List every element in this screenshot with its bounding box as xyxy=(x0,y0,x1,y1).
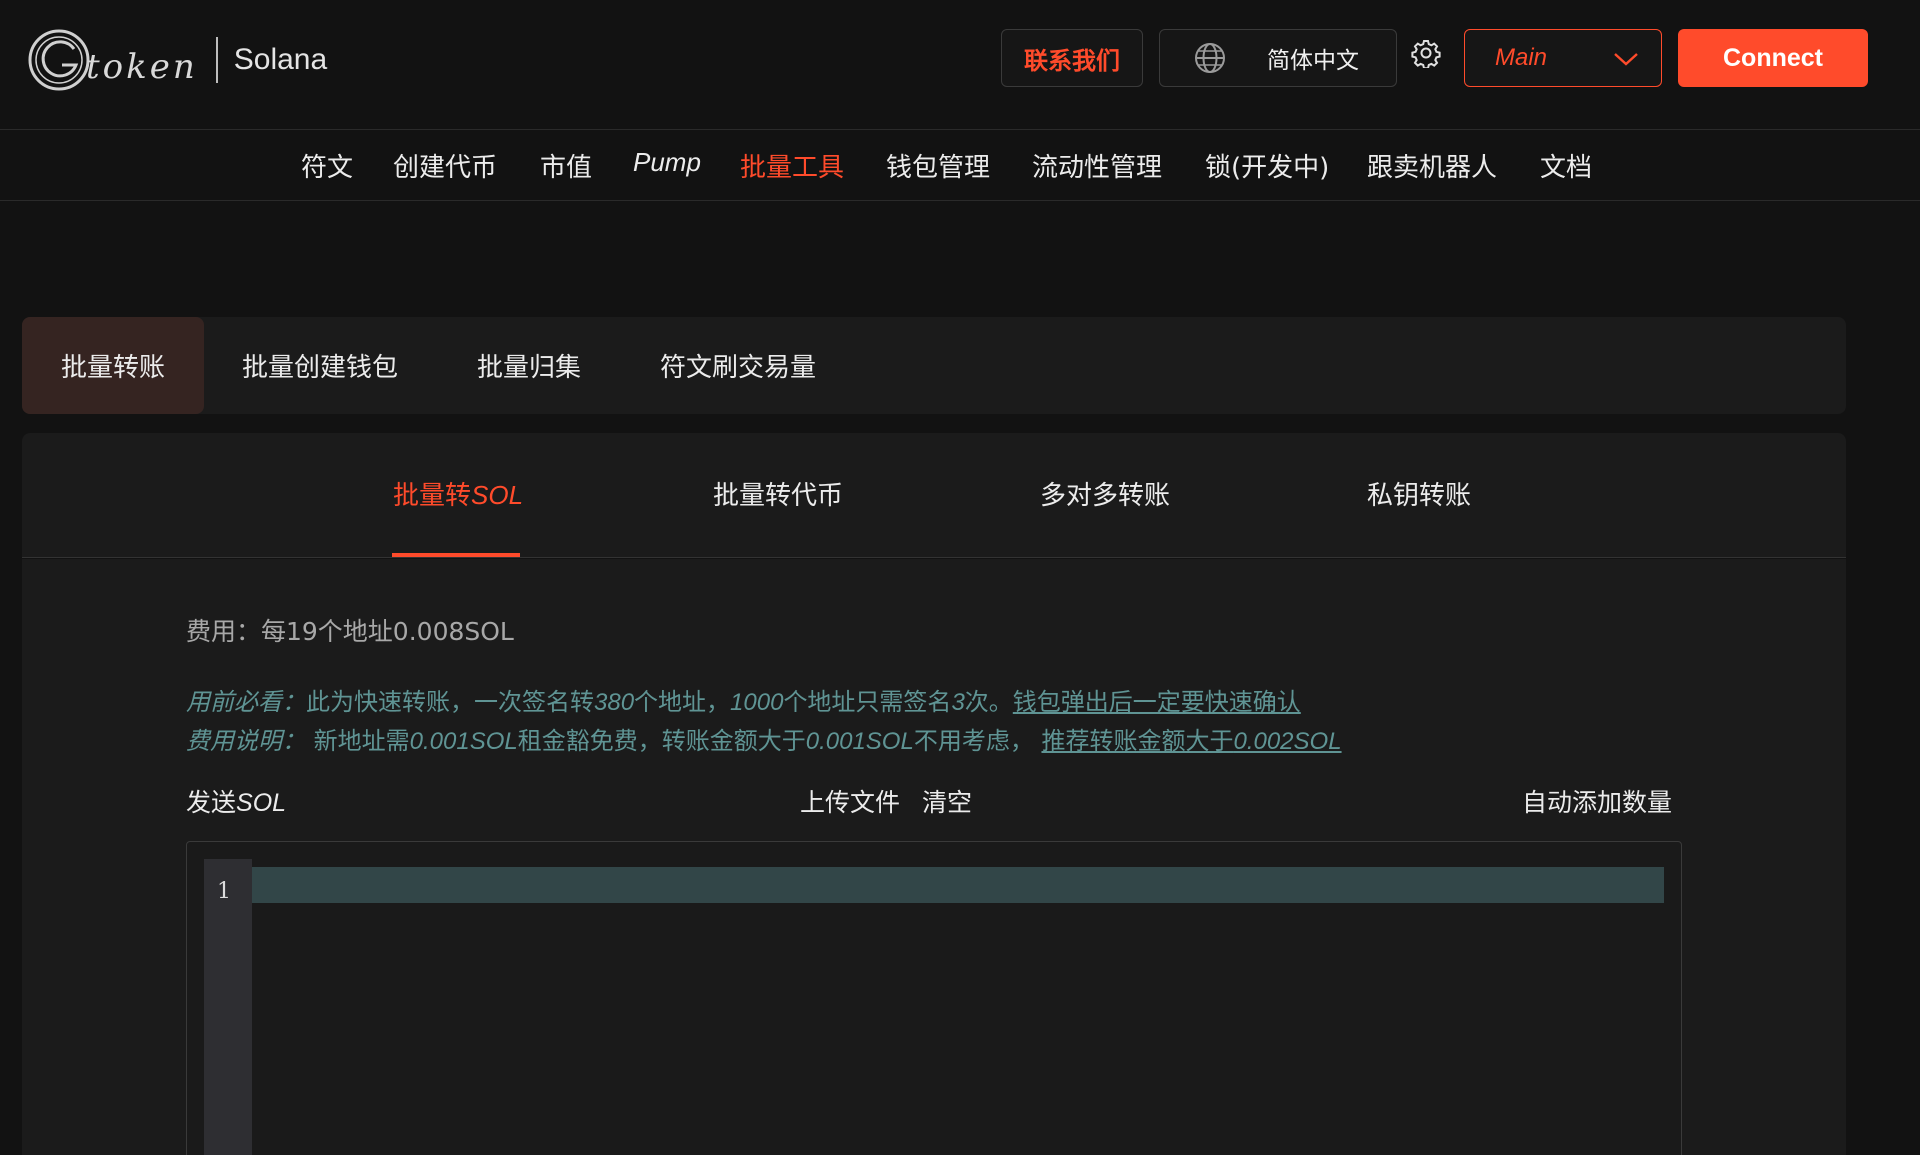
usage-notice-t1: 此为快速转账，一次签名转 xyxy=(306,688,594,716)
tab-batch-collect[interactable]: 批量归集 xyxy=(477,317,581,414)
fee-notice-label: 费用说明： xyxy=(186,728,306,755)
usage-notice-t4: 次。 xyxy=(964,688,1013,716)
tab-batch-transfer[interactable]: 批量转账 xyxy=(22,317,204,414)
usage-notice-n3: 3 xyxy=(951,689,965,716)
batch-sol-panel: 费用：每19个地址0.008SOL 用前必看：此为快速转账，一次签名转380个地… xyxy=(22,559,1846,1155)
network-select[interactable]: Main xyxy=(1464,29,1662,87)
nav-item-wallet-management[interactable]: 钱包管理 xyxy=(886,147,990,184)
batch-tool-tabs: 批量转账 批量创建钱包 批量归集 符文刷交易量 xyxy=(22,317,1846,414)
subtab-batch-sol[interactable]: 批量转SOL xyxy=(393,475,523,512)
clear-button[interactable]: 清空 xyxy=(922,783,972,819)
usage-notice-t2: 个地址， xyxy=(634,688,731,716)
network-label: Main xyxy=(1495,44,1548,71)
subtab-private-key[interactable]: 私钥转账 xyxy=(1367,475,1471,512)
upload-file-button[interactable]: 上传文件 xyxy=(800,783,900,819)
nav-item-create-token[interactable]: 创建代币 xyxy=(393,147,497,184)
confirm-quickly-link[interactable]: 钱包弹出后一定要快速确认 xyxy=(1013,688,1301,716)
logo-g-icon xyxy=(28,29,90,91)
contact-us-button[interactable]: 联系我们 xyxy=(1001,29,1143,87)
send-sol-label: 发送SOL xyxy=(186,783,286,819)
nav-item-copy-trade-bot[interactable]: 跟卖机器人 xyxy=(1367,147,1497,184)
tab-rune-volume[interactable]: 符文刷交易量 xyxy=(660,317,816,414)
connect-wallet-button[interactable]: Connect xyxy=(1678,29,1868,87)
nav-item-pump[interactable]: Pump xyxy=(633,147,701,178)
fee-notice-v1: 0.001SOL xyxy=(409,728,518,755)
auto-add-amount-button[interactable]: 自动添加数量 xyxy=(1522,783,1672,819)
subtab-batch-sol-suffix: SOL xyxy=(471,480,524,510)
nav-item-runes[interactable]: 符文 xyxy=(301,147,353,184)
recommended-amount-link[interactable]: 推荐转账金额大于0.002SOL xyxy=(1041,727,1341,755)
language-selector[interactable]: 简体中文 xyxy=(1159,29,1397,87)
recommended-amount-prefix: 推荐转账金额大于 xyxy=(1041,727,1234,755)
globe-icon xyxy=(1195,43,1225,73)
main-nav: 符文 创建代币 市值 Pump 批量工具 钱包管理 流动性管理 锁(开发中) 跟… xyxy=(0,131,1920,201)
line-number: 1 xyxy=(217,879,231,904)
fee-notice-t1: 新地址需 xyxy=(306,727,410,755)
usage-notice-n2: 1000 xyxy=(730,689,784,716)
fee-text: 费用：每19个地址0.008SOL xyxy=(186,617,514,646)
gear-icon[interactable] xyxy=(1411,38,1441,68)
fee-notice: 费用说明： 新地址需0.001SOL租金豁免费，转账金额大于0.001SOL不用… xyxy=(186,721,1342,756)
editor-active-line[interactable] xyxy=(252,867,1664,903)
subtab-batch-token[interactable]: 批量转代币 xyxy=(713,475,843,512)
chain-name: Solana xyxy=(233,43,328,76)
tab-batch-create-wallet[interactable]: 批量创建钱包 xyxy=(242,317,398,414)
fee-notice-v2: 0.001SOL xyxy=(805,728,914,755)
nav-item-docs[interactable]: 文档 xyxy=(1540,147,1592,184)
recommended-amount-value: 0.002SOL xyxy=(1233,728,1342,755)
fee-notice-t3: 不用考虑， xyxy=(913,727,1042,755)
brand-logo[interactable]: token Solana xyxy=(26,26,327,94)
nav-item-liquidity[interactable]: 流动性管理 xyxy=(1032,147,1162,184)
chevron-down-icon xyxy=(1614,53,1638,66)
send-sol-suffix: SOL xyxy=(236,789,287,817)
logo-divider xyxy=(215,37,218,83)
fee-notice-t2: 租金豁免费，转账金额大于 xyxy=(517,727,806,755)
usage-notice-t3: 个地址只需签名 xyxy=(783,688,952,716)
usage-notice: 用前必看：此为快速转账，一次签名转380个地址，1000个地址只需签名3次。钱包… xyxy=(186,682,1301,717)
top-header: token Solana 联系我们 简体中文 Main Connect xyxy=(0,0,1920,130)
nav-item-market-cap[interactable]: 市值 xyxy=(540,147,592,184)
usage-notice-label: 用前必看： xyxy=(186,689,306,716)
send-sol-prefix: 发送 xyxy=(186,788,237,817)
nav-item-lock[interactable]: 锁(开发中) xyxy=(1205,147,1329,184)
editor-gutter: 1 xyxy=(204,859,252,1155)
subtab-many-to-many[interactable]: 多对多转账 xyxy=(1040,475,1170,512)
logo-wordmark: token xyxy=(86,47,198,87)
active-subtab-indicator xyxy=(392,553,520,557)
usage-notice-n1: 380 xyxy=(594,689,635,716)
address-editor[interactable]: 1 xyxy=(186,841,1682,1155)
nav-item-batch-tools[interactable]: 批量工具 xyxy=(740,147,844,184)
transfer-subtabs: 批量转SOL 批量转代币 多对多转账 私钥转账 xyxy=(22,433,1846,558)
language-label: 简体中文 xyxy=(1267,48,1359,74)
subtab-batch-sol-prefix: 批量转 xyxy=(393,481,472,511)
